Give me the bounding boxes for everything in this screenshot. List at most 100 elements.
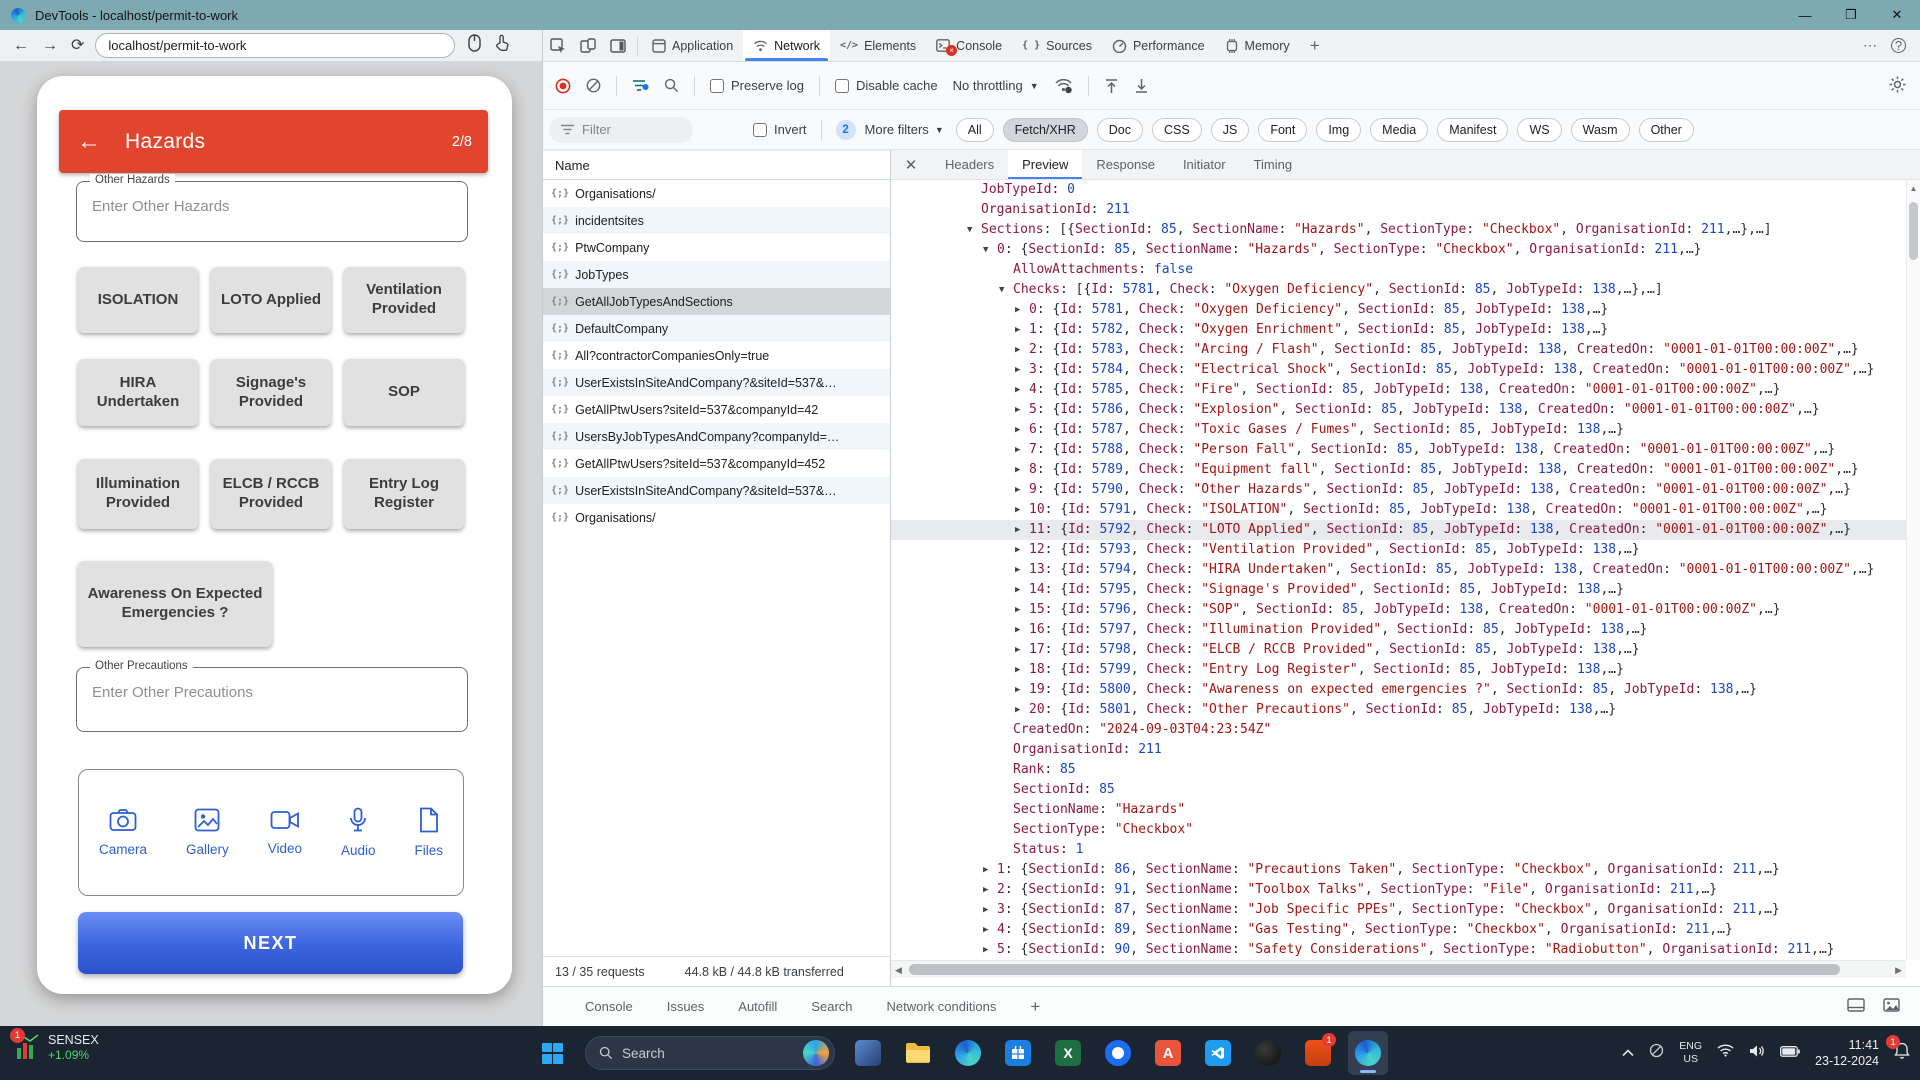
stocks-widget[interactable]: 1 SENSEX +1.09% (14, 1032, 99, 1062)
filter-pill-media[interactable]: Media (1370, 118, 1428, 142)
json-tree-line[interactable]: ▶18: {Id: 5799, Check: "Entry Log Regist… (891, 660, 1906, 680)
request-row[interactable]: {;}UserExistsInSiteAndCompany?&siteId=53… (543, 369, 890, 396)
detail-tab-response[interactable]: Response (1082, 150, 1169, 179)
touch-mode-icon[interactable] (494, 34, 509, 57)
json-tree-line[interactable]: JobTypeId: 0 (891, 180, 1906, 200)
search-icon[interactable] (664, 78, 679, 93)
request-row[interactable]: {;}GetAllPtwUsers?siteId=537&companyId=4… (543, 450, 890, 477)
request-table-name-header[interactable]: Name (543, 150, 890, 180)
preserve-log-checkbox[interactable]: Preserve log (710, 78, 804, 93)
notification-bell[interactable]: 1 (1894, 1042, 1910, 1064)
collapsed-arrow-icon[interactable]: ▶ (1015, 420, 1029, 440)
json-tree-line[interactable]: ▼Checks: [{Id: 5781, Check: "Oxygen Defi… (891, 280, 1906, 300)
json-tree-line[interactable]: ▶15: {Id: 5796, Check: "SOP", SectionId:… (891, 600, 1906, 620)
drawer-screenshot-icon[interactable] (1883, 998, 1900, 1015)
filter-pill-other[interactable]: Other (1639, 118, 1694, 142)
mouse-mode-icon[interactable] (467, 34, 482, 57)
more-filters-label[interactable]: More filters (865, 122, 929, 137)
collapsed-arrow-icon[interactable]: ▶ (1015, 680, 1029, 700)
scroll-up-icon[interactable]: ▲ (1907, 184, 1920, 193)
collapsed-arrow-icon[interactable]: ▶ (1015, 560, 1029, 580)
json-tree-line[interactable]: Status: 1 (891, 840, 1906, 860)
hazard-button-entry-log-register[interactable]: Entry Log Register (344, 459, 464, 529)
horizontal-scroll-thumb[interactable] (909, 964, 1840, 975)
scroll-right-icon[interactable]: ▶ (1895, 961, 1902, 979)
files-button[interactable]: Files (414, 807, 443, 858)
invert-checkbox[interactable]: Invert (753, 122, 807, 137)
collapsed-arrow-icon[interactable]: ▶ (1015, 520, 1029, 540)
tray-chevron-icon[interactable] (1622, 1044, 1634, 1062)
json-tree-line[interactable]: ▶13: {Id: 5794, Check: "HIRA Undertaken"… (891, 560, 1906, 580)
json-tree-line[interactable]: ▶10: {Id: 5791, Check: "ISOLATION", Sect… (891, 500, 1906, 520)
collapsed-arrow-icon[interactable]: ▶ (983, 860, 997, 880)
drawer-tab-console[interactable]: Console (585, 999, 633, 1014)
drawer-tab-search[interactable]: Search (811, 999, 852, 1014)
request-row[interactable]: {;}Organisations/ (543, 180, 890, 207)
request-row[interactable]: {;}PtwCompany (543, 234, 890, 261)
drawer-tab-network-conditions[interactable]: Network conditions (887, 999, 997, 1014)
collapsed-arrow-icon[interactable]: ▶ (1015, 620, 1029, 640)
json-tree-line[interactable]: ▶20: {Id: 5801, Check: "Other Precaution… (891, 700, 1906, 720)
json-tree-line[interactable]: ▶3: {SectionId: 87, SectionName: "Job Sp… (891, 900, 1906, 920)
tab-sources[interactable]: { }Sources (1012, 30, 1102, 61)
taskbar-app-vscode[interactable] (1198, 1031, 1238, 1075)
request-row[interactable]: {;}DefaultCompany (543, 315, 890, 342)
collapsed-arrow-icon[interactable]: ▶ (983, 920, 997, 940)
hazard-button-awareness[interactable]: Awareness On Expected Emergencies ? (78, 561, 272, 647)
taskbar-app-edge[interactable] (948, 1031, 988, 1075)
request-row[interactable]: {;}UserExistsInSiteAndCompany?&siteId=53… (543, 477, 890, 504)
request-row[interactable]: {;}incidentsites (543, 207, 890, 234)
json-tree-line[interactable]: ▶17: {Id: 5798, Check: "ELCB / RCCB Prov… (891, 640, 1906, 660)
help-icon[interactable]: ? (1891, 38, 1906, 53)
filter-pill-manifest[interactable]: Manifest (1437, 118, 1508, 142)
json-tree-line[interactable]: ▶5: {Id: 5786, Check: "Explosion", Secti… (891, 400, 1906, 420)
filter-pill-font[interactable]: Font (1258, 118, 1307, 142)
json-tree-line[interactable]: ▶3: {Id: 5784, Check: "Electrical Shock"… (891, 360, 1906, 380)
start-button[interactable] (532, 1031, 572, 1075)
json-tree-line[interactable]: ▶1: {SectionId: 86, SectionName: "Precau… (891, 860, 1906, 880)
request-row[interactable]: {;}GetAllPtwUsers?siteId=537&companyId=4… (543, 396, 890, 423)
request-row[interactable]: {;}JobTypes (543, 261, 890, 288)
collapsed-arrow-icon[interactable]: ▶ (1015, 660, 1029, 680)
request-row[interactable]: {;}Organisations/ (543, 504, 890, 531)
request-filter-input[interactable]: Filter (549, 117, 693, 143)
json-tree-line[interactable]: CreatedOn: "2024-09-03T04:23:54Z" (891, 720, 1906, 740)
taskbar-app-photos[interactable] (848, 1031, 888, 1075)
tab-network[interactable]: Network (743, 30, 830, 61)
json-tree-line[interactable]: OrganisationId: 211 (891, 740, 1906, 760)
taskbar-app-file-explorer[interactable] (898, 1031, 938, 1075)
json-tree-line[interactable]: SectionId: 85 (891, 780, 1906, 800)
filter-toggle-icon[interactable] (632, 78, 649, 93)
json-tree-line[interactable]: ▶2: {Id: 5783, Check: "Arcing / Flash", … (891, 340, 1906, 360)
filter-pill-css[interactable]: CSS (1152, 118, 1202, 142)
filter-pill-all[interactable]: All (956, 118, 994, 142)
dock-side-icon[interactable] (603, 30, 633, 61)
json-tree-line[interactable]: ▶5: {SectionId: 90, SectionName: "Safety… (891, 940, 1906, 960)
hazard-button-ventilation-provided[interactable]: Ventilation Provided (344, 267, 464, 333)
collapsed-arrow-icon[interactable]: ▶ (1015, 580, 1029, 600)
json-tree-line[interactable]: ▶12: {Id: 5793, Check: "Ventilation Prov… (891, 540, 1906, 560)
drawer-add-tab-button[interactable]: + (1030, 997, 1040, 1017)
json-tree-line[interactable]: SectionName: "Hazards" (891, 800, 1906, 820)
close-detail-icon[interactable]: ✕ (891, 150, 931, 179)
back-icon[interactable]: ← (13, 38, 29, 54)
collapsed-arrow-icon[interactable]: ▶ (1015, 700, 1029, 720)
hazard-button-hira-undertaken[interactable]: HIRA Undertaken (78, 359, 198, 426)
device-toolbar-icon[interactable] (573, 30, 603, 61)
json-tree-line[interactable]: ▶7: {Id: 5788, Check: "Person Fall", Sec… (891, 440, 1906, 460)
forward-icon[interactable]: → (42, 38, 58, 54)
tab-memory[interactable]: Memory (1215, 30, 1300, 61)
json-tree-line[interactable]: Rank: 85 (891, 760, 1906, 780)
hazard-button-elcb-rccb-provided[interactable]: ELCB / RCCB Provided (211, 459, 331, 529)
restore-button[interactable]: ❐ (1828, 0, 1874, 30)
taskbar-app-app-a[interactable]: A (1148, 1031, 1188, 1075)
collapsed-arrow-icon[interactable]: ▶ (1015, 600, 1029, 620)
hazard-button-sop[interactable]: SOP (344, 359, 464, 426)
taskbar-app-excel[interactable]: X (1048, 1031, 1088, 1075)
clear-icon[interactable] (586, 78, 601, 93)
tab-application[interactable]: Application (642, 30, 743, 61)
json-tree-line[interactable]: ▶4: {SectionId: 89, SectionName: "Gas Te… (891, 920, 1906, 940)
export-har-icon[interactable] (1134, 78, 1149, 94)
hazard-button-signage-s-provided[interactable]: Signage's Provided (211, 359, 331, 426)
reload-icon[interactable]: ⟳ (71, 38, 84, 54)
